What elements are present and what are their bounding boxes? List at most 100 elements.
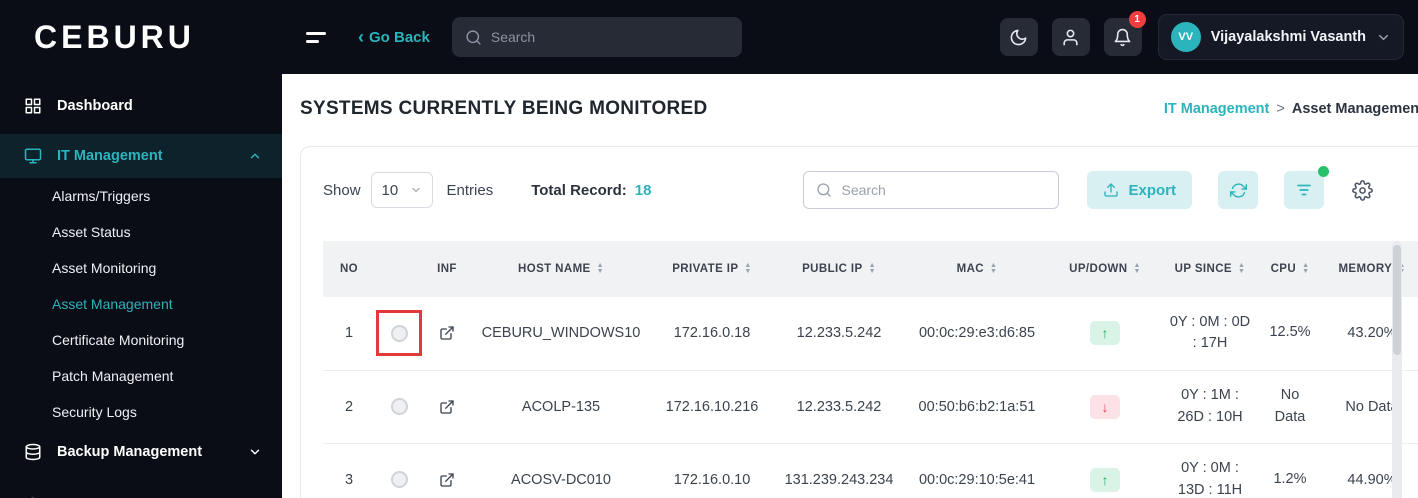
col-no: NO [323,241,375,297]
sort-icon[interactable]: ▲▼ [990,262,997,275]
settings-button[interactable] [1352,179,1373,201]
avatar: VV [1170,22,1201,52]
filter-button[interactable] [1284,166,1329,209]
col-up-since[interactable]: UP SINCE ▲ ▼ [1161,241,1259,297]
sub-item-label: Asset Status [52,224,131,240]
sidebar-item-asset-status[interactable]: Asset Status [0,214,282,250]
table-search [803,171,1060,209]
notifications-button[interactable]: 1 [1103,11,1146,56]
main-content: SYSTEMS CURRENTLY BEING MONITORED IT Man… [282,74,1418,498]
sidebar-item-label: IT Management [57,148,163,164]
cell-inf [423,297,471,371]
cell-select [375,370,423,444]
table-scrollbar-thumb[interactable] [1393,245,1401,355]
sidebar-item-security-logs[interactable]: Security Logs [0,394,282,430]
sidebar-item-dashboard[interactable]: Dashboard [0,84,282,128]
chevron-up-icon [248,149,262,163]
open-details-button[interactable] [439,399,455,415]
profile-button[interactable] [1051,18,1090,56]
col-select [375,241,423,297]
page-size-select[interactable]: 10 [370,172,433,208]
cell-mac: 00:0c:29:e3:d6:85 [905,297,1049,371]
cell-mac: 00:50:b6:b2:1a:51 [905,370,1049,444]
theme-toggle-button[interactable] [999,18,1038,56]
table-row: 1 CEBURU_WINDOWS10 172.16.0.18 12.233.5.… [323,297,1418,371]
breadcrumb-current: Asset Management [1291,101,1418,117]
database-icon [24,443,42,461]
sub-item-label: Alarms/Triggers [52,188,151,204]
table-row: 3 ACOSV-DC010 172.16.0.10 131.239.243.23… [323,443,1418,498]
cell-inf [423,370,471,444]
col-cpu[interactable]: CPU ▲ ▼ [1259,241,1321,297]
export-button[interactable]: Export [1087,171,1192,209]
col-inf: INF [423,241,471,297]
systems-table: NO INF HOST NAME ▲ ▼ PRIVATE IP ▲ ▼ PUBLIC I… [323,241,1418,498]
cell-host-name: CEBURU_WINDOWS10 [471,297,651,371]
go-back-link[interactable]: ‹ Go Back [358,27,430,47]
moon-icon [1009,28,1028,47]
cell-public-ip: 131.239.243.234 [773,443,905,498]
cell-memory: 44.90% [1321,443,1418,498]
col-memory[interactable]: MEMORY▲▼ [1321,241,1418,297]
sidebar-item-partial[interactable] [0,484,282,498]
sort-icon[interactable]: ▲▼ [597,262,604,275]
external-link-icon [439,399,455,415]
refresh-button[interactable] [1218,171,1258,209]
bell-icon [1113,28,1132,47]
brand-logo[interactable]: CEBURU [0,19,282,56]
sub-item-label: Patch Management [52,368,174,384]
sidebar-item-backup-management[interactable]: Backup Management [0,430,282,474]
col-mac[interactable]: MAC ▲ ▼ [905,241,1049,297]
upload-icon [1103,182,1119,198]
topbar-search-input[interactable] [490,29,729,45]
user-icon [1061,28,1080,47]
sidebar-item-label: Backup Management [57,444,203,460]
topbar: CEBURU ‹ Go Back 1 VV Vijayalakshmi Vasa… [0,0,1418,74]
cell-cpu: 12.5% [1259,297,1321,371]
col-private-ip[interactable]: PRIVATE IP ▲ ▼ [651,241,773,297]
refresh-icon [1229,182,1247,199]
user-menu[interactable]: VV Vijayalakshmi Vasanth [1157,14,1404,60]
col-up-down[interactable]: UP/DOWN ▲ ▼ [1049,241,1161,297]
filter-active-dot [1318,166,1329,177]
cell-select [375,297,423,371]
sidebar-item-asset-monitoring[interactable]: Asset Monitoring [0,250,282,286]
open-details-button[interactable] [439,472,455,488]
table-scrollbar[interactable] [1392,241,1402,498]
user-name: Vijayalakshmi Vasanth [1210,29,1366,45]
monitored-systems-card: Show 10 Entries Total Record: 18 Search … [300,146,1418,498]
row-select-radio[interactable] [390,471,408,488]
annotation-highlight-box [376,310,422,357]
sort-icon[interactable]: ▲▼ [1134,262,1141,275]
chevron-left-icon: ‹ [358,27,364,47]
col-public-ip[interactable]: PUBLIC IP ▲ ▼ [773,241,905,297]
monitor-icon [24,147,42,165]
cell-public-ip: 12.233.5.242 [773,297,905,371]
sidebar-item-asset-management[interactable]: Asset Management [0,286,282,322]
breadcrumb: IT Management > Asset Management [1164,101,1418,117]
external-link-icon [439,472,455,488]
gear-icon [1352,179,1373,201]
breadcrumb-section[interactable]: IT Management [1164,101,1270,117]
search-icon [816,182,832,198]
menu-toggle-button[interactable] [300,26,332,49]
open-details-button[interactable] [439,325,455,341]
cell-up-down: ↑ [1049,443,1161,498]
sidebar-item-certificate-monitoring[interactable]: Certificate Monitoring [0,322,282,358]
status-badge: ↑ [1090,321,1120,346]
cell-cpu: 1.2% [1259,443,1321,498]
row-select-radio[interactable] [390,324,408,342]
table-search-input[interactable] [841,182,1047,198]
sort-icon[interactable]: ▲▼ [869,262,876,275]
chevron-down-icon [410,184,422,196]
row-select-radio[interactable] [390,398,408,415]
export-label: Export [1128,181,1176,199]
sort-icon[interactable]: ▲▼ [1302,262,1309,275]
sidebar-item-it-management[interactable]: IT Management [0,134,282,178]
sidebar-item-alarms-triggers[interactable]: Alarms/Triggers [0,178,282,214]
sort-icon[interactable]: ▲▼ [1238,262,1245,275]
col-host-name[interactable]: HOST NAME ▲ ▼ [471,241,651,297]
sort-icon[interactable]: ▲▼ [744,262,751,275]
sidebar-item-patch-management[interactable]: Patch Management [0,358,282,394]
total-record-label: Total Record: [531,181,627,199]
